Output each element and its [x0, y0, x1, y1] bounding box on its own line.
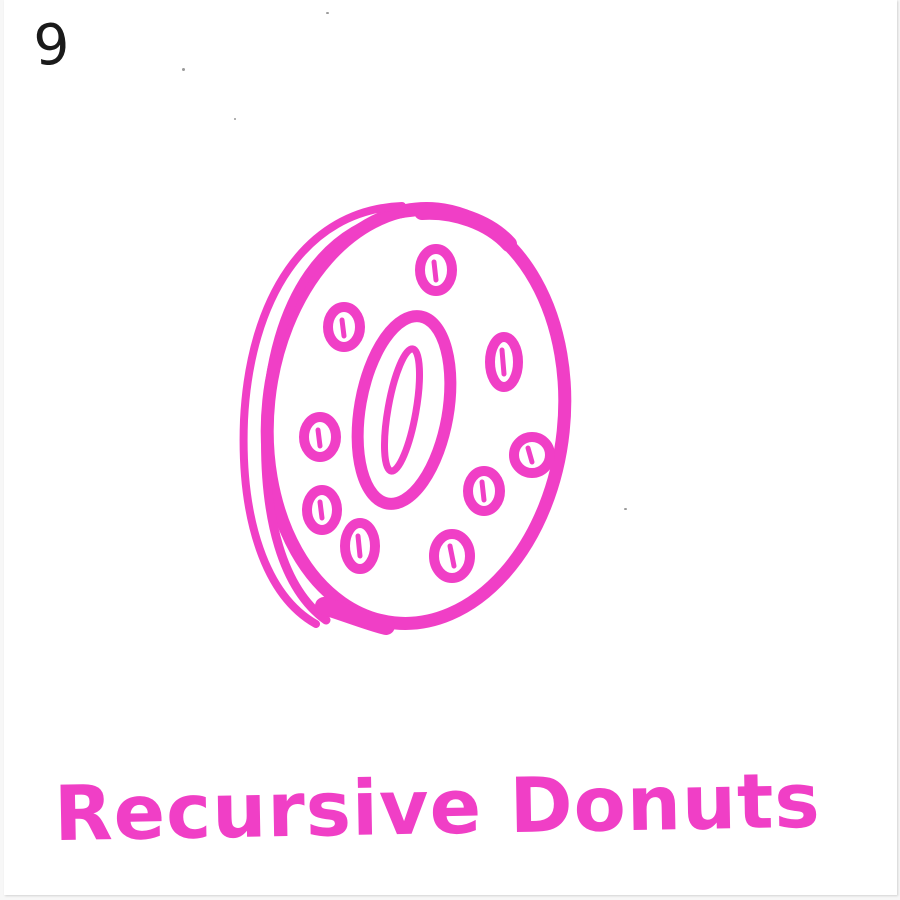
sprinkle-hole [315, 427, 323, 449]
card-caption: Recursive Donuts [53, 755, 822, 859]
sprinkle-hole [479, 479, 487, 503]
sprinkle-hole [339, 317, 347, 339]
sprinkle-hole [355, 533, 363, 559]
index-card: 9 Recursive Donuts [4, 0, 897, 895]
sprinkle-hole [499, 347, 507, 377]
sprinkle-hole [525, 445, 535, 465]
donut-accent-top [414, 203, 517, 252]
sprinkle-hole [431, 259, 439, 283]
donut-hole-inner [381, 345, 423, 475]
donut-accent-bottom [315, 597, 395, 635]
sprinkle-hole [317, 499, 325, 521]
sprinkle-hole [447, 543, 457, 569]
